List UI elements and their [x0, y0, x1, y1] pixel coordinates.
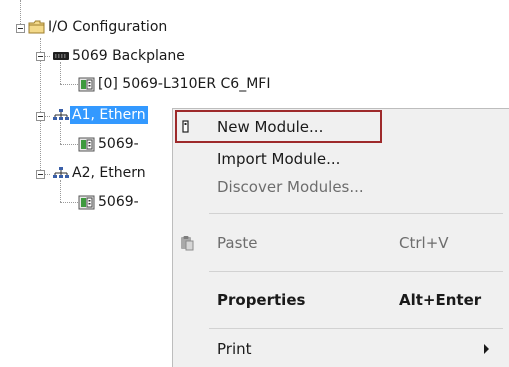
menu-item-shortcut: Ctrl+V [399, 234, 449, 252]
menu-item-label: Properties [217, 291, 306, 309]
ethernet-network-icon [53, 109, 69, 120]
menu-item-label: Discover Modules... [217, 178, 364, 196]
menu-item-label: Print [217, 340, 252, 358]
tree-connector [60, 84, 78, 85]
tree-node-label: 5069- [98, 194, 139, 210]
submenu-arrow-icon [484, 344, 489, 354]
ethernet-network-icon [53, 167, 69, 178]
tree-node-a1-ethernet[interactable]: A1, Ethern [52, 104, 148, 126]
tree-node-label: [0] 5069-L310ER C6_MFI [98, 76, 271, 92]
menu-separator [209, 213, 503, 214]
tree-node-label: 5069- [98, 136, 139, 152]
menu-item-discover-modules[interactable]: Discover Modules... [173, 173, 509, 201]
collapse-toggle-io-configuration[interactable] [16, 24, 25, 33]
io-module-icon [78, 137, 95, 152]
new-module-icon [182, 120, 189, 133]
menu-item-label: New Module... [217, 118, 324, 136]
io-tree-with-context-menu: I/O Configuration 5069 Backplane [0] 506… [0, 0, 509, 367]
menu-item-properties[interactable]: Properties Alt+Enter [173, 286, 509, 314]
tree-node-a2-module[interactable]: 5069- [78, 191, 141, 213]
menu-item-label: Paste [217, 234, 258, 252]
backplane-icon [53, 52, 69, 60]
tree-node-a1-module[interactable]: 5069- [78, 133, 141, 155]
tree-node-label: A2, Ethern [72, 165, 146, 181]
menu-item-label: Import Module... [217, 150, 341, 168]
tree-node-label: A1, Ethern [70, 106, 148, 124]
tree-connector [20, 0, 21, 24]
tree-connector [60, 144, 78, 145]
folder-icon [28, 20, 45, 34]
menu-item-new-module[interactable]: New Module... [173, 113, 509, 141]
tree-connector [60, 202, 78, 203]
menu-item-paste[interactable]: Paste Ctrl+V [173, 229, 509, 257]
paste-icon [181, 236, 194, 251]
menu-separator [209, 271, 503, 272]
tree-node-label: I/O Configuration [48, 19, 168, 35]
tree-node-backplane[interactable]: 5069 Backplane [52, 45, 187, 67]
menu-item-shortcut: Alt+Enter [399, 291, 482, 309]
menu-item-print[interactable]: Print [173, 335, 509, 363]
tree-node-io-configuration[interactable]: I/O Configuration [28, 16, 169, 38]
tree-node-controller[interactable]: [0] 5069-L310ER C6_MFI [78, 73, 272, 95]
tree-node-label: 5069 Backplane [72, 48, 185, 64]
menu-item-import-module[interactable]: Import Module... [173, 145, 509, 173]
io-module-icon [78, 195, 95, 210]
menu-separator [209, 328, 503, 329]
controller-module-icon [78, 77, 95, 92]
collapse-toggle-backplane[interactable] [36, 52, 45, 61]
tree-node-a2-ethernet[interactable]: A2, Ethern [52, 162, 148, 184]
collapse-toggle-a2-ethernet[interactable] [36, 170, 45, 179]
context-menu: New Module... Import Module... Discover … [172, 108, 509, 367]
collapse-toggle-a1-ethernet[interactable] [36, 112, 45, 121]
